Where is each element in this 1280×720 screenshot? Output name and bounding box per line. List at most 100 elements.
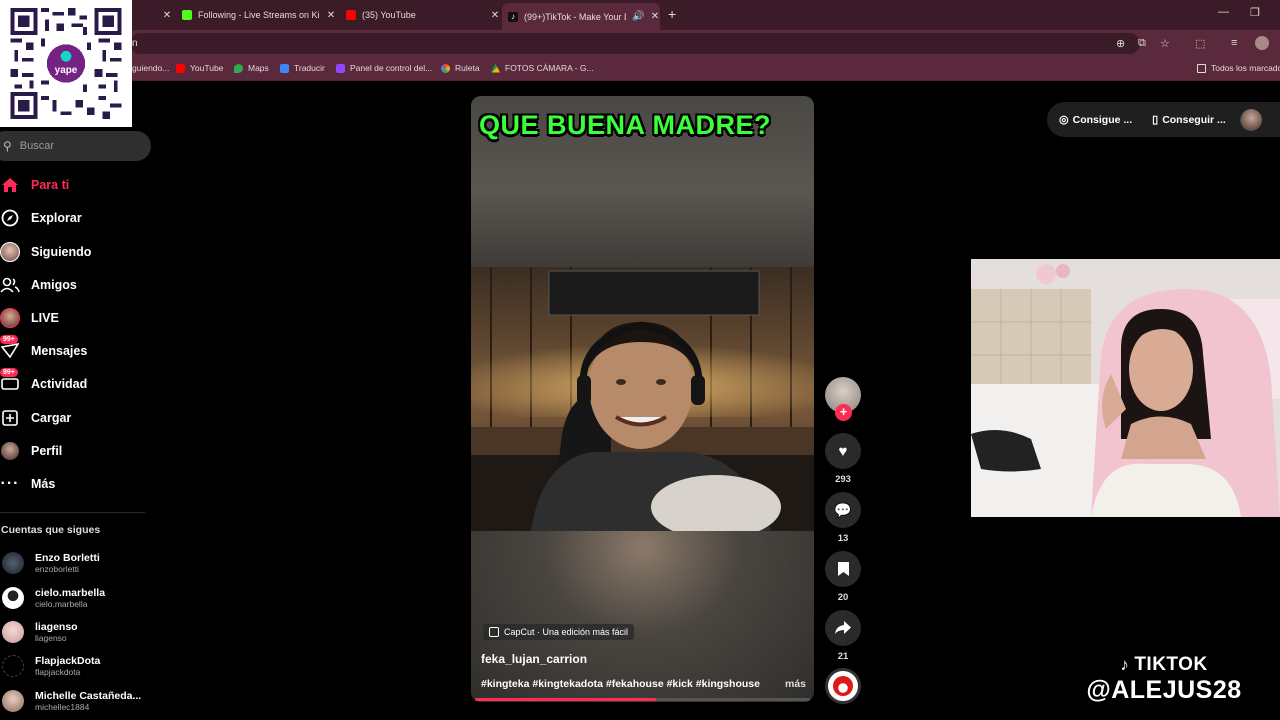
browser-tab-bar: ✕ Following - Live Streams on Ki ✕ (35) … [0, 0, 1280, 30]
messages-badge: 99+ [0, 335, 18, 344]
save-action[interactable]: 20 [825, 551, 861, 603]
nav-siguiendo[interactable]: Siguiendo [0, 241, 91, 263]
streamer-scene [471, 267, 814, 531]
video-frame [471, 267, 814, 531]
bookmark-fotos[interactable]: FOTOS CÁMARA - G... [491, 63, 594, 73]
address-bar[interactable]: n [130, 33, 1140, 54]
translate-icon [280, 63, 289, 73]
bookmark-icon[interactable] [825, 551, 861, 587]
get-app-button[interactable]: ▯ Conseguir ... [1152, 113, 1226, 127]
comment-action[interactable]: 💬 13 [825, 492, 861, 544]
twitch-icon [336, 63, 345, 73]
get-coins-button[interactable]: ◎ Consigue ... [1059, 113, 1132, 127]
tab-kick[interactable]: Following - Live Streams on Ki ✕ [176, 4, 336, 26]
compass-icon [0, 208, 20, 228]
bookmark-maps[interactable]: Maps [234, 63, 269, 73]
tab-0[interactable]: ✕ [132, 4, 172, 26]
zoom-icon[interactable]: ⊕ [1116, 37, 1125, 50]
close-tab-icon[interactable]: ✕ [490, 10, 500, 21]
music-disc-icon [833, 676, 853, 696]
nav-amigos[interactable]: Amigos [0, 274, 77, 296]
yape-qr-code: yape [0, 0, 132, 127]
capcut-tag[interactable]: CapCut · Una edición más fácil [483, 624, 635, 640]
search-icon: ⚲ [3, 139, 12, 153]
following-avatar-icon [0, 242, 20, 262]
account-michelle[interactable]: Michelle Castañeda... michellec1884 [2, 686, 141, 716]
video-progress-bar[interactable] [475, 698, 810, 701]
user-avatar[interactable] [1239, 108, 1262, 131]
restore-icon[interactable]: ❐ [1250, 6, 1260, 19]
nav-explorar[interactable]: Explorar [0, 207, 82, 229]
heart-icon[interactable]: ♥ [825, 433, 861, 469]
activity-badge: 99+ [0, 368, 18, 377]
folder-icon [1197, 63, 1206, 73]
nav-actividad[interactable]: 99+ Actividad [0, 368, 87, 395]
avatar [2, 587, 24, 609]
share-icon[interactable] [825, 610, 861, 646]
bookmark-youtube[interactable]: YouTube [176, 63, 223, 73]
audio-icon[interactable]: 🔊 [632, 11, 644, 22]
bookmark-ruleta[interactable]: Ruleta [441, 63, 480, 73]
live-icon [0, 308, 20, 328]
star-icon[interactable]: ☆ [1160, 37, 1170, 50]
tab-youtube[interactable]: (35) YouTube ✕ [340, 4, 500, 26]
video-hashtags: #kingteka #kingtekadota #fekahouse #kick… [481, 678, 806, 690]
upload-icon [0, 408, 20, 428]
share-action[interactable]: 21 [825, 610, 861, 662]
avatar [2, 690, 24, 712]
webcam-scene [971, 259, 1280, 517]
close-tab-icon[interactable]: ✕ [162, 10, 172, 21]
install-icon[interactable]: ⧉ [1138, 37, 1146, 50]
tab-tiktok[interactable]: ♪ (99+)TikTok - Make Your Da 🔊 ✕ [502, 3, 660, 30]
nav-perfil[interactable]: Perfil [0, 440, 62, 462]
search-input[interactable]: ⚲ Buscar [0, 131, 151, 161]
nav-para-ti[interactable]: Para ti [0, 174, 69, 196]
music-disc[interactable] [825, 668, 861, 704]
avatar [2, 655, 24, 677]
account-liagenso[interactable]: liagenso liagenso [2, 617, 78, 647]
activity-icon: 99+ [0, 368, 20, 394]
more-button[interactable]: más [785, 678, 806, 690]
media-icon[interactable]: ≡ [1231, 37, 1237, 49]
youtube-favicon-icon [346, 10, 356, 20]
nav-cargar[interactable]: Cargar [0, 407, 71, 429]
friends-icon [0, 275, 20, 295]
video-author[interactable]: feka_lujan_carrion [481, 652, 587, 666]
close-tab-icon[interactable]: ✕ [650, 11, 660, 22]
bookmark-translate[interactable]: Traducir [280, 63, 325, 73]
all-bookmarks[interactable]: Todos los marcadores [1197, 63, 1280, 73]
coin-icon: ◎ [1059, 114, 1069, 126]
account-flapjack[interactable]: FlapjackDota flapjackdota [2, 651, 100, 681]
bookmark-panel[interactable]: Panel de control del... [336, 63, 432, 73]
webcam-overlay [971, 259, 1280, 517]
top-right-actions: ◎ Consigue ... ▯ Conseguir ... [1047, 102, 1280, 137]
profile-icon [0, 441, 20, 461]
minimize-icon[interactable]: — [1218, 6, 1229, 18]
qr-code-image: yape [10, 8, 122, 119]
browser-toolbar: n ⊕ ⧉ ☆ ⬚ ≡ [0, 30, 1280, 57]
video-player[interactable]: QUE BUENA MADRE? CapCut · Una edición má… [471, 96, 814, 702]
close-tab-icon[interactable]: ✕ [326, 10, 336, 21]
account-enzo[interactable]: Enzo Borletti enzoborletti [2, 548, 100, 578]
profile-avatar-icon[interactable] [1255, 36, 1269, 50]
like-action[interactable]: ♥ 293 [825, 433, 861, 485]
nav-mensajes[interactable]: 99+ Mensajes [0, 335, 87, 362]
bookmarks-bar: guiendo... YouTube Maps Traducir Panel d… [0, 57, 1280, 81]
new-tab-button[interactable]: + [668, 6, 676, 22]
yape-logo-text: yape [55, 65, 78, 76]
video-blur-bottom [471, 531, 814, 702]
nav-mas[interactable]: ··· Más [0, 473, 56, 495]
bookmark-0[interactable]: guiendo... [132, 63, 169, 73]
comment-icon[interactable]: 💬 [825, 492, 861, 528]
drive-icon [491, 63, 500, 73]
account-cielo[interactable]: cielo.marbella cielo.marbella [2, 583, 105, 613]
capcut-icon [489, 627, 499, 637]
home-icon [0, 175, 20, 195]
nav-live[interactable]: LIVE [0, 307, 59, 329]
follow-plus-icon[interactable]: + [835, 404, 852, 421]
following-heading: Cuentas que sigues [1, 524, 101, 536]
maps-icon [234, 63, 243, 73]
extensions-icon[interactable]: ⬚ [1195, 37, 1205, 50]
video-progress-fill [475, 698, 656, 701]
phone-icon: ▯ [1152, 114, 1159, 126]
